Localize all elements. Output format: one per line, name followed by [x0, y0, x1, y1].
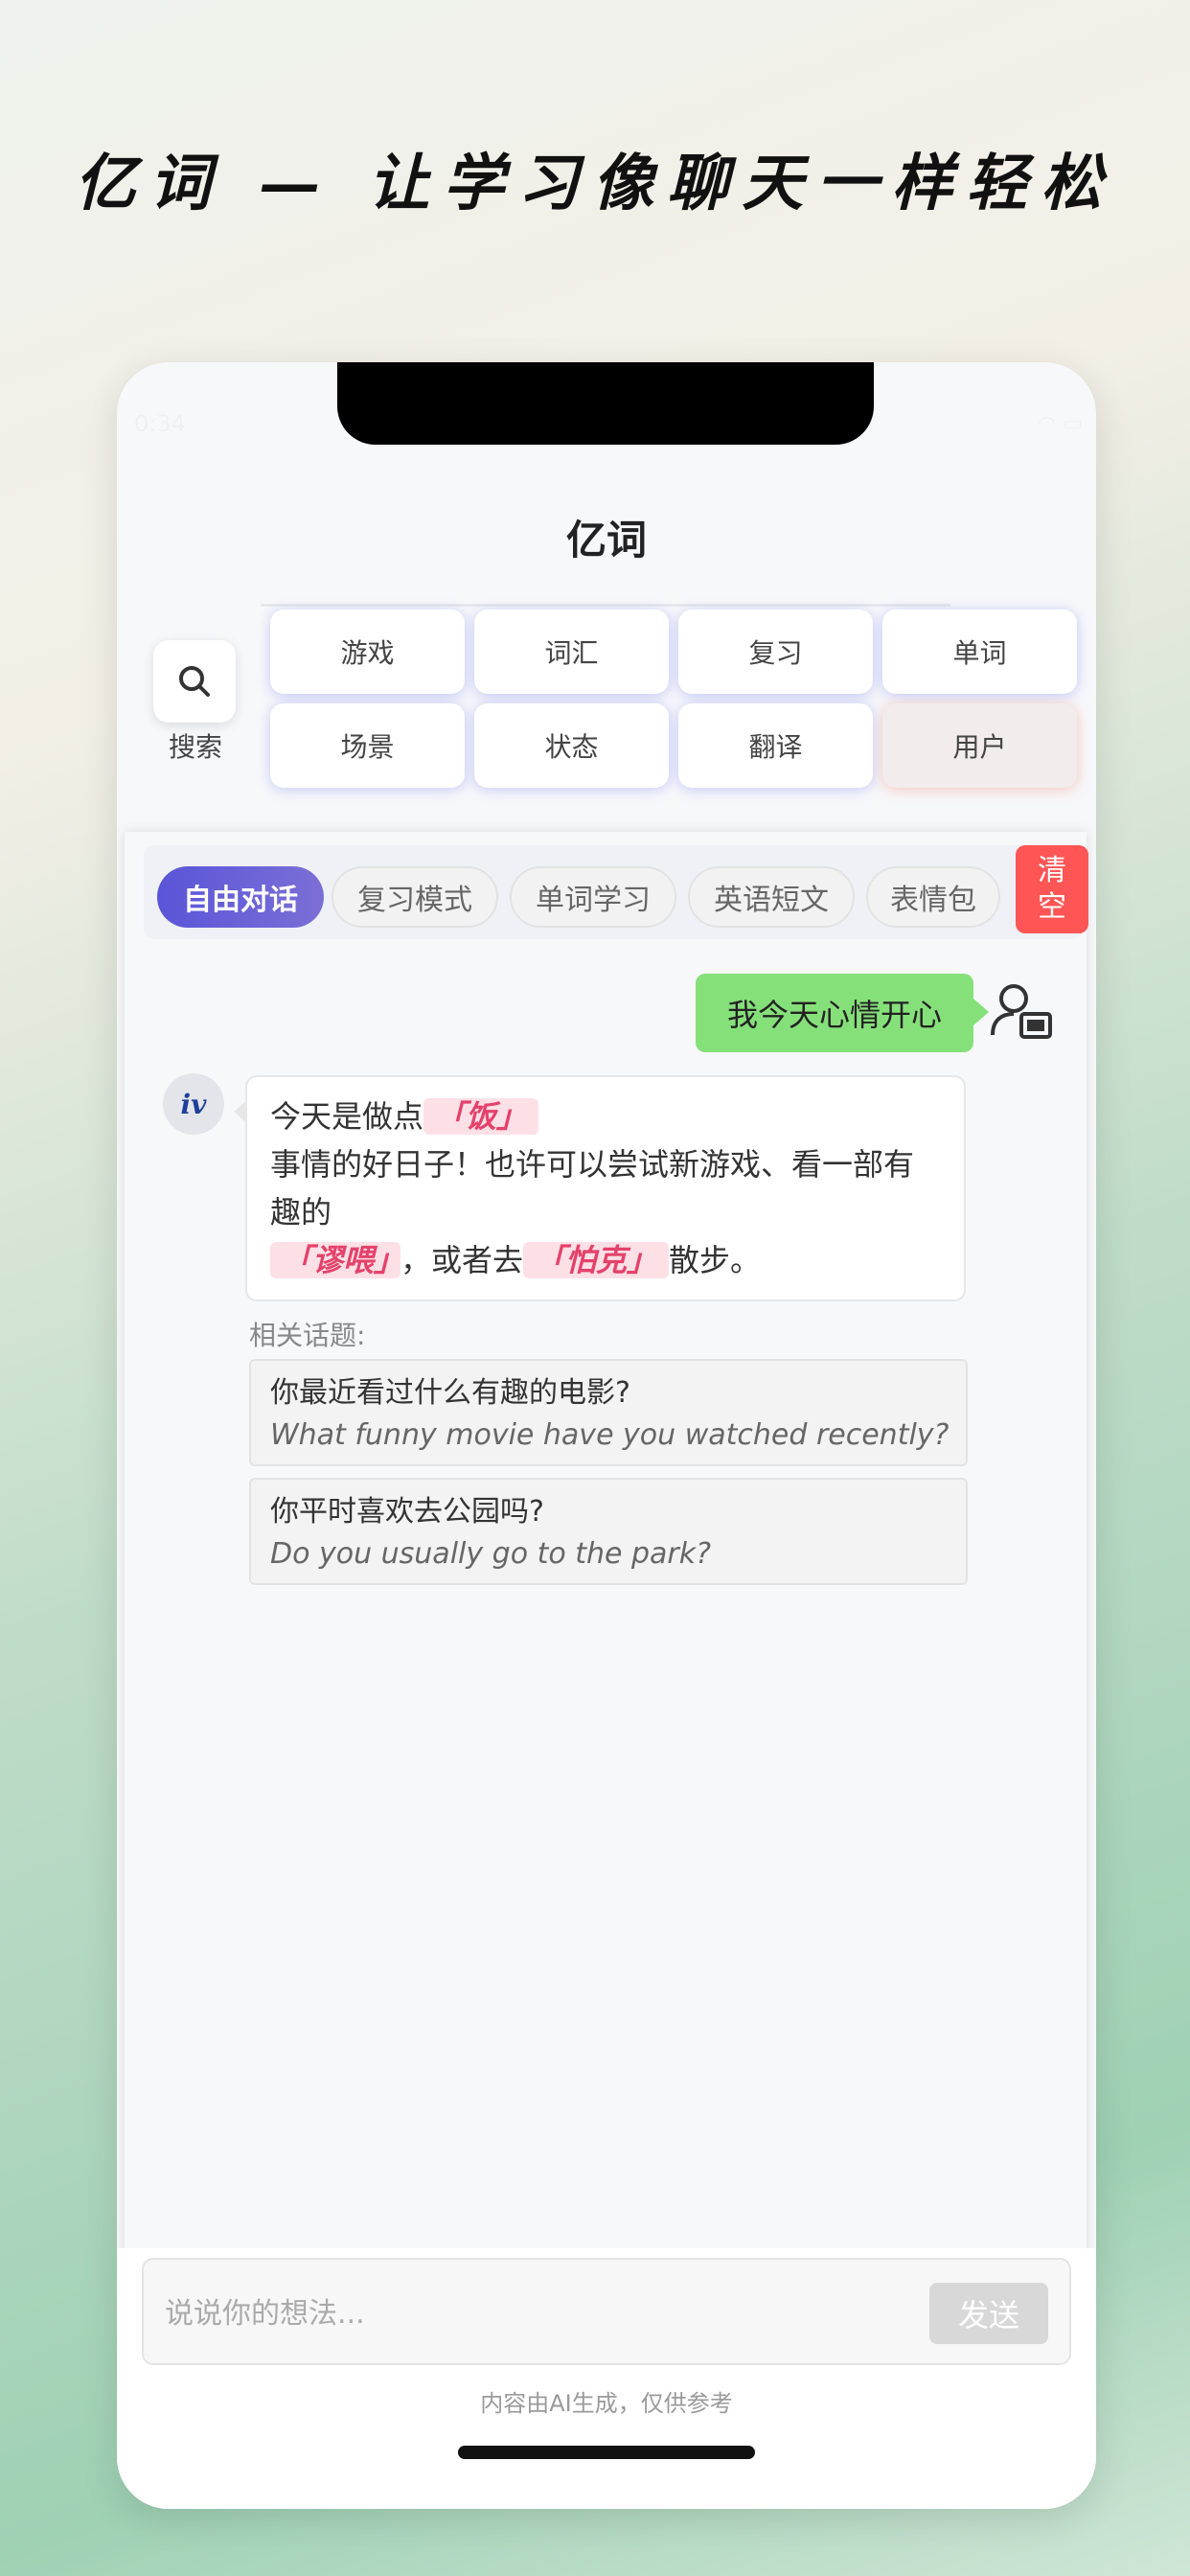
page-title: 亿词: [565, 517, 647, 564]
phone-frame: 0:34 ◠ ▭ 亿词 搜索 游戏 词汇 复习 单词 场景 状态 翻译 用户 自…: [117, 362, 1096, 2509]
wifi-icon: ◠: [1038, 412, 1057, 436]
nav-grid: 游戏 词汇 复习 单词 场景 状态 翻译 用户: [270, 610, 1085, 788]
user-message: 我今天心情开心: [696, 974, 989, 1052]
nav-review-button[interactable]: 复习: [678, 610, 873, 694]
keyword-highlight[interactable]: 「谬喂」: [270, 1242, 401, 1278]
chat-panel: 自由对话 复习模式 单词学习 英语短文 表情包 清空 我今天心情开心 iv 今天…: [125, 832, 1088, 2260]
tab-free-chat[interactable]: 自由对话: [157, 866, 324, 928]
notch: [337, 362, 874, 445]
tab-review-mode[interactable]: 复习模式: [332, 866, 498, 928]
nav-vocabulary-button[interactable]: 词汇: [474, 610, 669, 694]
clear-button[interactable]: 清空: [1016, 845, 1088, 933]
tab-english-essay[interactable]: 英语短文: [688, 866, 855, 928]
status-time: 0:34: [134, 410, 186, 437]
bot-text: 事情的好日子！也许可以尝试新游戏、看一部有趣的: [270, 1146, 915, 1230]
home-indicator: [458, 2446, 755, 2459]
status-icons: ◠ ▭: [1038, 412, 1083, 436]
topic-chinese: 你平时喜欢去公园吗?: [270, 1495, 544, 1529]
nav-user-button[interactable]: 用户: [882, 703, 1077, 788]
search-label: 搜索: [168, 731, 222, 763]
nav-scene-button[interactable]: 场景: [270, 703, 465, 788]
nav-words-button[interactable]: 单词: [882, 610, 1077, 694]
user-avatar-icon: [991, 984, 1052, 1039]
keyword-highlight[interactable]: 「饭」: [423, 1098, 539, 1135]
tab-word-study[interactable]: 单词学习: [510, 866, 676, 928]
related-topics-title: 相关话题:: [249, 1320, 366, 1351]
battery-icon: ▭: [1063, 412, 1083, 436]
divider: [261, 604, 950, 607]
search-button[interactable]: [153, 640, 236, 723]
topic-english: Do you usually go to the park?: [270, 1537, 712, 1571]
bot-text: 散步。: [669, 1242, 762, 1278]
nav-game-button[interactable]: 游戏: [270, 610, 465, 694]
bot-avatar: iv: [163, 1073, 224, 1135]
bot-message: 今天是做点 「饭」 事情的好日子！也许可以尝试新游戏、看一部有趣的 「谬喂」 ，或者…: [234, 1075, 966, 1301]
bot-text: 今天是做点: [270, 1098, 424, 1135]
message-input-box: 发送: [142, 2258, 1071, 2365]
nav-translate-button[interactable]: 翻译: [678, 703, 873, 788]
input-area: 发送 内容由AI生成，仅供参考: [117, 2248, 1096, 2509]
keyword-highlight[interactable]: 「怕克」: [523, 1242, 670, 1278]
promo-headline: 亿词 — 让学习像聊天一样轻松: [74, 148, 1116, 219]
related-topic[interactable]: 你最近看过什么有趣的电影? What funny movie have you …: [249, 1359, 968, 1466]
search-icon: [179, 666, 210, 697]
bot-text: ，或者去: [400, 1242, 524, 1278]
related-topic[interactable]: 你平时喜欢去公园吗? Do you usually go to the park…: [249, 1478, 968, 1585]
topic-english: What funny movie have you watched recent…: [270, 1418, 950, 1452]
message-input[interactable]: [163, 2288, 895, 2338]
mode-tabs: 自由对话 复习模式 单词学习 英语短文 表情包: [144, 845, 1083, 939]
ai-disclaimer: 内容由AI生成，仅供参考: [480, 2390, 733, 2417]
tab-stickers[interactable]: 表情包: [866, 866, 1000, 928]
nav-status-button[interactable]: 状态: [474, 703, 669, 788]
send-button[interactable]: 发送: [929, 2283, 1048, 2344]
topic-chinese: 你最近看过什么有趣的电影?: [270, 1376, 630, 1410]
